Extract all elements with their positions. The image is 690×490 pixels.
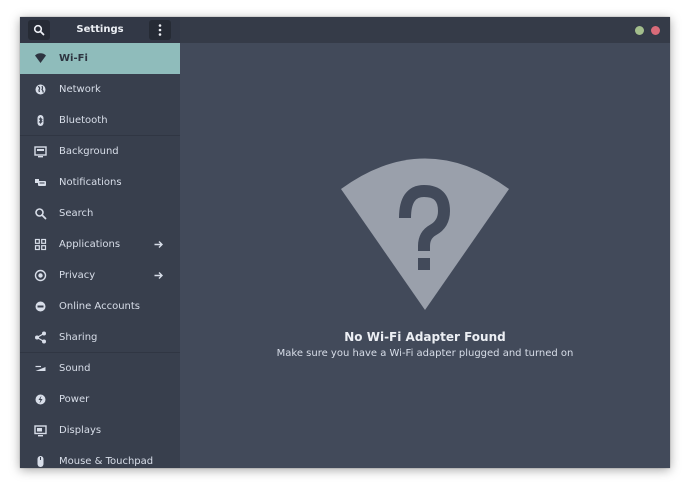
sidebar-item-label: Online Accounts [59,301,141,312]
arrow-right-icon [153,239,164,250]
sidebar-item-mouse-touchpad[interactable]: Mouse & Touchpad [20,446,180,468]
empty-state-title: No Wi-Fi Adapter Found [344,330,506,344]
empty-state-subtitle: Make sure you have a Wi-Fi adapter plugg… [276,348,574,359]
search-icon [33,24,45,36]
sidebar-item-power[interactable]: Power [20,384,180,415]
accounts-icon [34,300,47,313]
content-header [180,17,670,43]
share-icon [34,331,47,344]
sidebar-item-label: Power [59,394,90,405]
arrow-right-icon [153,270,164,281]
sidebar-item-background[interactable]: Background [20,136,180,167]
sidebar-item-label: Mouse & Touchpad [59,456,154,467]
sidebar-item-applications[interactable]: Applications [20,229,180,260]
sidebar-item-label: Applications [59,239,121,250]
maximize-button[interactable] [635,26,644,35]
sidebar-header: Settings [20,17,180,43]
sidebar-item-network[interactable]: Network [20,74,180,105]
menu-button[interactable] [149,20,171,40]
search-icon [34,207,47,220]
sidebar-item-label: Background [59,146,119,157]
power-icon [34,393,47,406]
sidebar-item-bluetooth[interactable]: Bluetooth [20,105,180,136]
sidebar-item-displays[interactable]: Displays [20,415,180,446]
bluetooth-icon [34,114,47,127]
sidebar-item-privacy[interactable]: Privacy [20,260,180,291]
close-button[interactable] [651,26,660,35]
settings-window: Settings Wi-Fi Network Bluetooth Backgro… [20,17,670,468]
search-button[interactable] [28,20,50,40]
main-content: No Wi-Fi Adapter Found Make sure you hav… [180,43,670,468]
wifi-icon [34,52,47,65]
globe-icon [34,83,47,96]
display-icon [34,424,47,437]
wifi-unknown-icon [338,158,512,310]
sidebar-item-label: Network [59,84,101,95]
sidebar: Wi-Fi Network Bluetooth Background Notif… [20,43,180,468]
sidebar-item-label: Wi-Fi [59,53,88,64]
notifications-icon [34,176,47,189]
sidebar-item-search[interactable]: Search [20,198,180,229]
grid-icon [34,238,47,251]
sidebar-item-label: Sound [59,363,91,374]
sidebar-item-label: Notifications [59,177,122,188]
sidebar-item-label: Privacy [59,270,96,281]
privacy-icon [34,269,47,282]
sidebar-item-label: Sharing [59,332,98,343]
window-title: Settings [76,24,124,35]
sidebar-item-label: Bluetooth [59,115,108,126]
mouse-icon [34,455,47,468]
sidebar-item-notifications[interactable]: Notifications [20,167,180,198]
vertical-dots-icon [158,24,162,36]
monitor-icon [34,145,47,158]
sidebar-item-online-accounts[interactable]: Online Accounts [20,291,180,322]
sidebar-item-label: Displays [59,425,102,436]
sound-icon [34,362,47,375]
sidebar-item-sharing[interactable]: Sharing [20,322,180,353]
sidebar-item-wifi[interactable]: Wi-Fi [20,43,180,74]
sidebar-item-label: Search [59,208,94,219]
sidebar-item-sound[interactable]: Sound [20,353,180,384]
